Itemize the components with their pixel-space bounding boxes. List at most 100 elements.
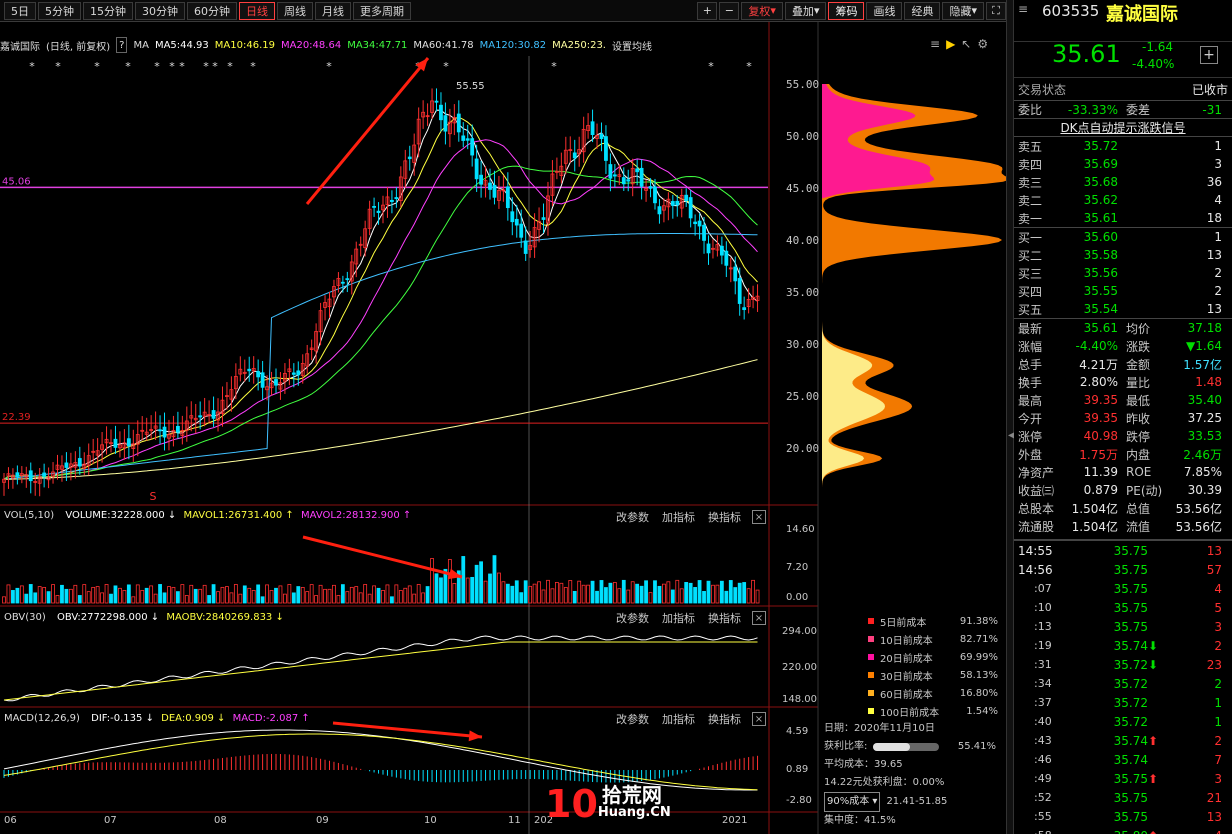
stat-row: 总手 4.21万 金额 1.57亿 (1014, 355, 1232, 373)
period-weekly[interactable]: 周线 (277, 1, 313, 20)
candle-body (519, 223, 524, 238)
stat-value: 33.53 (1187, 429, 1222, 443)
volume-bar (327, 588, 332, 604)
price-tick-label: 30.00 (786, 338, 819, 351)
period-5day[interactable]: 5日 (4, 1, 36, 20)
classic-button[interactable]: 经典 (904, 1, 941, 20)
vol-add-indicator[interactable]: 加指标 (662, 509, 695, 525)
overlay-dropdown[interactable]: 叠加 ▾ (784, 1, 827, 20)
bars-icon[interactable]: ≡ (930, 37, 940, 51)
sell-price: 35.61 (1083, 211, 1118, 225)
weicha-value: -31 (1202, 102, 1222, 117)
price-tick-label: 45.00 (786, 182, 819, 195)
arrow-rally (305, 57, 430, 205)
sell-row[interactable]: 卖一 35.61 18 (1014, 209, 1232, 227)
tick-price: 35.75 (1113, 809, 1148, 824)
ma250-value: MA250:23. (552, 39, 606, 51)
draw-line-button[interactable]: 画线 (866, 1, 903, 20)
sell-row[interactable]: 卖四 35.69 3 (1014, 155, 1232, 173)
volume-bar (33, 592, 38, 604)
volume-bar (345, 591, 350, 604)
stat-value: 0.879 (1083, 483, 1118, 497)
volume-bar (488, 573, 492, 604)
volume-bar (662, 583, 666, 604)
annotation-arrows (302, 57, 483, 742)
obv-close-icon[interactable]: × (752, 611, 766, 625)
legend-swatch (868, 690, 874, 696)
period-daily[interactable]: 日线 (239, 1, 275, 20)
panel-splitter[interactable]: ◀ (1006, 0, 1016, 834)
volume-bar (412, 593, 417, 604)
obv-modify-params[interactable]: 改参数 (616, 610, 649, 626)
obv-lines (3, 635, 758, 702)
stat-label: 收益㈢ (1018, 483, 1055, 498)
dk-signal-link[interactable]: DK点自动提示涨跌信号 (1014, 118, 1232, 136)
vol-close-icon[interactable]: × (752, 510, 766, 524)
volume-bar (247, 587, 252, 604)
maobv-line (3, 641, 758, 701)
buy-price: 35.58 (1083, 248, 1118, 262)
obv-switch-indicator[interactable]: 换指标 (708, 610, 741, 626)
buy-row[interactable]: 买二 35.58 13 (1014, 246, 1232, 264)
macd-close-icon[interactable]: × (752, 712, 766, 726)
period-15min[interactable]: 15分钟 (83, 1, 133, 20)
period-more[interactable]: 更多周期 (353, 1, 411, 20)
price-tick-label: 35.00 (786, 286, 819, 299)
buy-row[interactable]: 买一 35.60 1 (1014, 228, 1232, 246)
hide-dropdown[interactable]: 隐藏 ▾ (942, 1, 984, 20)
volume-bar (15, 587, 20, 604)
sell-row[interactable]: 卖二 35.62 4 (1014, 191, 1232, 209)
volume-bar (122, 590, 127, 604)
fullscreen-icon[interactable]: ⛶ (986, 1, 1006, 20)
macd-add-indicator[interactable]: 加指标 (662, 711, 695, 727)
obv-add-indicator[interactable]: 加指标 (662, 610, 695, 626)
macd-modify-params[interactable]: 改参数 (616, 711, 649, 727)
zoom-in-button[interactable]: + (697, 1, 718, 20)
buy-volume: 13 (1206, 302, 1222, 316)
candle-body (621, 177, 626, 185)
volume-bar (202, 584, 207, 604)
volume-bar (46, 591, 51, 604)
sell-row[interactable]: 卖三 35.68 36 (1014, 173, 1232, 191)
period-60min[interactable]: 60分钟 (187, 1, 237, 20)
buy-row[interactable]: 买五 35.54 13 (1014, 300, 1232, 318)
candle-body (572, 152, 577, 159)
avg-cost: 平均成本：39.65 (824, 759, 903, 770)
sell-volume: 1 (1214, 139, 1222, 153)
sell-level: 卖一 (1018, 211, 1043, 226)
volume-bars (2, 555, 760, 604)
chip-button[interactable]: 筹码 (828, 1, 865, 20)
macd-switch-indicator[interactable]: 换指标 (708, 711, 741, 727)
buy-row[interactable]: 买三 35.56 2 (1014, 264, 1232, 282)
stat-value: 11.39 (1083, 465, 1118, 479)
buy-row[interactable]: 买四 35.55 2 (1014, 282, 1232, 300)
gear-icon[interactable]: ⚙ (977, 37, 988, 51)
period-5min[interactable]: 5分钟 (38, 1, 81, 20)
cost-select-dropdown[interactable]: 90%成本 ▾ (824, 792, 881, 812)
buy-price: 35.55 (1083, 284, 1118, 298)
ma-legend-row: 嘉诚国际 (日线, 前复权) ? MA MA5:44.93 MA10:46.19… (0, 37, 770, 53)
flag-icon[interactable]: ▶ (946, 37, 955, 51)
add-watchlist-button[interactable]: + (1200, 46, 1218, 64)
ma-settings-button[interactable]: 设置均线 (612, 37, 652, 53)
period-monthly[interactable]: 月线 (315, 1, 351, 20)
cursor-icon[interactable]: ↖ (961, 37, 971, 51)
help-icon[interactable]: ? (116, 37, 128, 53)
sell-price: 35.69 (1083, 157, 1118, 171)
stat-value: 39.35 (1083, 393, 1118, 407)
vol-modify-params[interactable]: 改参数 (616, 509, 649, 525)
cost-range: 21.41-51.85 (886, 796, 948, 807)
period-30min[interactable]: 30分钟 (135, 1, 185, 20)
fuquan-dropdown[interactable]: 复权 ▾ (741, 1, 783, 20)
candle-body (15, 472, 20, 477)
sell-row[interactable]: 卖五 35.72 1 (1014, 137, 1232, 155)
weibi-row: 委比 -33.33% 委差 -31 (1014, 100, 1232, 118)
ma10-value: MA10:46.19 (214, 39, 275, 51)
vol-switch-indicator[interactable]: 换指标 (708, 509, 741, 525)
menu-icon[interactable]: ≡ (1018, 2, 1028, 16)
volume-bar (162, 592, 167, 604)
tick-price: 35.75 (1113, 771, 1148, 786)
zoom-out-button[interactable]: − (719, 1, 740, 20)
volume-bar (626, 589, 631, 604)
volume-bar (581, 584, 586, 604)
